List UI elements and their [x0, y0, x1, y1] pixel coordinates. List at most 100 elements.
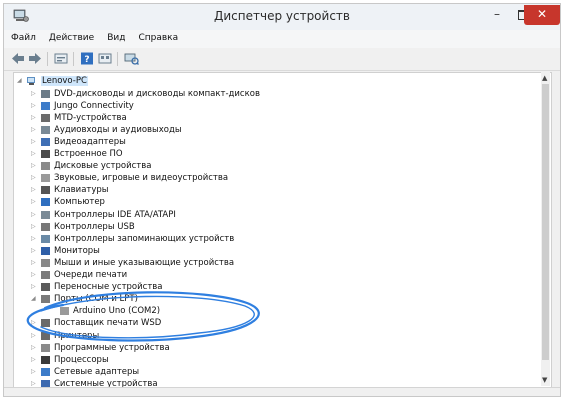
scroll-down-icon[interactable]: ▼	[542, 376, 547, 384]
view-icon[interactable]	[97, 51, 113, 66]
dvd-drive-icon	[41, 89, 50, 98]
collapse-arrow-icon[interactable]: ◢	[31, 293, 40, 305]
properties-icon[interactable]	[53, 51, 69, 66]
tree-category[interactable]: ▷ Контроллеры USB	[31, 221, 135, 233]
tree-category-label: Очереди печати	[54, 270, 128, 280]
tree-category-label: Аудиовходы и аудиовыходы	[54, 124, 182, 135]
expand-arrow-icon[interactable]: ▷	[31, 100, 40, 112]
tree-category[interactable]: ▷ Программные устройства	[31, 342, 170, 354]
expand-arrow-icon[interactable]: ▷	[31, 281, 40, 293]
tree-category[interactable]: ▷ Встроенное ПО	[31, 148, 123, 160]
ide-controller-icon	[41, 210, 50, 219]
toolbar-separator	[73, 52, 74, 66]
tree-category[interactable]: ▷ Переносные устройства	[31, 281, 163, 293]
expand-arrow-icon[interactable]: ▷	[31, 257, 40, 269]
tree-category[interactable]: ▷ Дисковые устройства	[31, 160, 151, 172]
tree-category-label: Контроллеры USB	[54, 221, 135, 232]
usb-controller-icon	[41, 222, 50, 231]
tree-root[interactable]: ◢ Lenovo-PC	[17, 75, 88, 87]
toolbar-separator	[47, 52, 48, 66]
expand-arrow-icon[interactable]: ▷	[31, 354, 40, 366]
expand-arrow-icon[interactable]: ▷	[31, 221, 40, 233]
forward-arrow-icon[interactable]	[27, 51, 43, 66]
tree-category[interactable]: ▷ Принтеры	[31, 330, 99, 342]
expand-arrow-icon[interactable]: ▷	[31, 245, 40, 257]
expand-arrow-icon[interactable]: ▷	[31, 148, 40, 160]
svg-text:?: ?	[84, 55, 89, 65]
printer-icon	[41, 331, 50, 340]
expand-arrow-icon[interactable]: ▷	[31, 160, 40, 172]
minimize-button[interactable]: –	[484, 5, 510, 25]
tree-category[interactable]: ▷ MTD-устройства	[31, 112, 127, 124]
tree-category-label: Мыши и иные указывающие устройства	[54, 257, 235, 268]
tree-category-label: Программные устройства	[54, 342, 170, 353]
tree-category[interactable]: ◢ Порты (COM и LPT)	[31, 293, 138, 305]
expand-arrow-icon[interactable]: ▷	[31, 196, 40, 208]
mouse-icon	[41, 258, 50, 267]
tree-category[interactable]: ▷ DVD-дисководы и дисководы компакт-диско…	[31, 88, 260, 100]
tree-category[interactable]: ▷ Jungo Connectivity	[31, 100, 134, 112]
expand-arrow-icon[interactable]: ▷	[31, 366, 40, 378]
toolbar-separator	[117, 52, 118, 66]
expand-arrow-icon[interactable]: ▷	[31, 317, 40, 329]
expand-arrow-icon[interactable]: ▷	[31, 269, 40, 281]
tree-category[interactable]: ▷ Мыши и иные указывающие устройства	[31, 257, 234, 269]
tree-category-label: Принтеры	[54, 330, 100, 341]
tree-category[interactable]: ▷ Аудиовходы и аудиовыходы	[31, 124, 182, 136]
back-arrow-icon[interactable]	[10, 51, 26, 66]
tree-category[interactable]: ▷ Клавиатуры	[31, 184, 109, 196]
tree-category[interactable]: ▷ Поставщик печати WSD	[31, 317, 161, 329]
tree-category-label: DVD-дисководы и дисководы компакт-дисков	[54, 88, 260, 99]
menu-help[interactable]: Справка	[131, 30, 184, 43]
scan-hardware-icon[interactable]	[123, 51, 139, 66]
jungo-icon	[41, 101, 50, 110]
tree-category[interactable]: ▷ Очереди печати	[31, 269, 127, 281]
tree-category[interactable]: ▷ Контроллеры запоминающих устройств	[31, 233, 234, 245]
wsd-print-icon	[41, 319, 50, 328]
window-title: Диспетчер устройств	[213, 9, 350, 23]
tree-category-label: Дисковые устройства	[54, 161, 152, 172]
expand-arrow-icon[interactable]: ▷	[31, 330, 40, 342]
expand-arrow-icon[interactable]: ▷	[31, 233, 40, 245]
tree-category[interactable]: ▷ Звуковые, игровые и видеоустройства	[31, 172, 228, 184]
tree-category[interactable]: ▷ Контроллеры IDE ATA/ATAPI	[31, 209, 176, 221]
tree-category[interactable]: ▷ Мониторы	[31, 245, 100, 257]
tree-category[interactable]: ▷ Видеоадаптеры	[31, 136, 126, 148]
computer-icon	[41, 198, 50, 207]
tree-category-label: Звуковые, игровые и видеоустройства	[54, 173, 229, 184]
expand-arrow-icon[interactable]: ▷	[31, 184, 40, 196]
tree-category-label: Jungo Connectivity	[54, 100, 134, 111]
expand-arrow-icon[interactable]: ▷	[31, 209, 40, 221]
print-queue-icon	[41, 271, 50, 279]
keyboard-icon	[41, 186, 50, 195]
collapse-arrow-icon[interactable]: ◢	[17, 75, 26, 87]
vertical-scrollbar[interactable]: ▲ ▼	[541, 72, 550, 386]
sound-icon	[41, 174, 50, 183]
close-button[interactable]: ✕	[524, 5, 560, 25]
tree-category-label: Клавиатуры	[54, 185, 109, 196]
menu-action[interactable]: Действие	[42, 30, 100, 43]
menu-file[interactable]: Файл	[4, 30, 42, 43]
tree-category-label: Встроенное ПО	[54, 149, 123, 159]
tree-category-label: Мониторы	[54, 245, 100, 256]
expand-arrow-icon[interactable]: ▷	[31, 172, 40, 184]
tree-category-label: Контроллеры запоминающих устройств	[54, 233, 235, 244]
device-manager-window: Диспетчер устройств – ✕ Файл Действие Вид С…	[3, 3, 561, 397]
tree-device[interactable]: Arduino Uno (COM2)	[59, 305, 160, 317]
tree-category[interactable]: ▷ Процессоры	[31, 354, 109, 366]
processor-icon	[41, 355, 50, 364]
expand-arrow-icon[interactable]: ▷	[31, 88, 40, 100]
network-adapter-icon	[41, 367, 50, 376]
help-icon[interactable]: ?	[79, 51, 95, 66]
firmware-icon	[41, 150, 50, 158]
menu-view[interactable]: Вид	[100, 30, 131, 43]
expand-arrow-icon[interactable]: ▷	[31, 136, 40, 148]
expand-arrow-icon[interactable]: ▷	[31, 342, 40, 354]
expand-arrow-icon[interactable]: ▷	[31, 112, 40, 124]
tree-category[interactable]: ▷ Компьютер	[31, 196, 105, 208]
tree-category[interactable]: ▷ Сетевые адаптеры	[31, 366, 139, 378]
scrollbar-thumb[interactable]	[542, 84, 549, 360]
expand-arrow-icon[interactable]: ▷	[31, 124, 40, 136]
device-tree[interactable]: ◢ Lenovo-PC ▷ DVD-дисководы и дисководы ко…	[13, 72, 552, 388]
scroll-up-icon[interactable]: ▲	[542, 74, 547, 82]
